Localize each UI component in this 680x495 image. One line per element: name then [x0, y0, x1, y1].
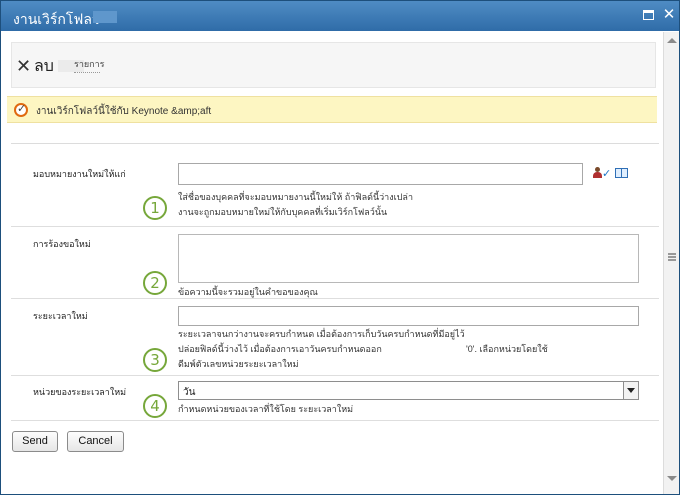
duration-help-2a: ปล่อยฟิลด์นี้ว่างไว้ เมื่อต้องการเอาวันค… [178, 344, 382, 354]
scroll-up-icon[interactable] [667, 38, 677, 43]
title-bar: งานเวิร์กโฟลว์ ✕ [1, 1, 679, 31]
callout-2: 2 [143, 271, 167, 295]
assign-label: มอบหมายงานใหม่ให้แก่ [33, 169, 126, 179]
ribbon: ✕ ลบ รายการ [11, 42, 656, 88]
duration-help-3: ดีมพ์ตัวเลขหน่วยระยะเวลาใหม่ [178, 359, 299, 369]
dialog-window: งานเวิร์กโฟลว์ ✕ ✕ ลบ รายการ งานเวิร์กโฟ… [0, 0, 680, 495]
workflow-check-icon [14, 102, 28, 117]
duration-help-2b: '0'. เลือกหน่วยโดยใช้ [466, 344, 548, 354]
assign-help-2: งานจะถูกมอบหมายใหม่ให้กับบุคคลที่เริ่มเว… [178, 207, 388, 217]
warning-text: งานเวิร์กโฟลว์นี้ใช้กับ Keynote &amp;aft [36, 106, 212, 117]
check-names-icon[interactable] [593, 167, 602, 179]
people-picker-icons: ✓ [593, 167, 629, 181]
duration-label: ระยะเวลาใหม่ [33, 311, 88, 321]
dialog-title: งานเวิร์กโฟลว์ [13, 12, 100, 28]
callout-4: 4 [143, 394, 167, 418]
new-request-textarea[interactable] [178, 234, 639, 283]
cancel-button[interactable]: Cancel [67, 431, 124, 452]
workflow-warning-banner: งานเวิร์กโฟลว์นี้ใช้กับ Keynote &amp;aft [7, 96, 657, 123]
duration-help-1: ระยะเวลาจนกว่างานจะครบกำหนด เมื่อต้องการ… [178, 329, 465, 339]
units-help: กำหนดหน่วยของเวลาที่ใช้โดย ระยะเวลาใหม่ [178, 404, 354, 414]
vertical-scrollbar[interactable] [663, 32, 679, 494]
select-value: วัน [183, 387, 196, 398]
title-redacted [93, 11, 117, 23]
assign-to-input[interactable] [178, 163, 583, 185]
delete-icon: ✕ [16, 55, 32, 76]
address-book-icon[interactable] [615, 168, 628, 178]
form-top-divider [11, 143, 659, 144]
ribbon-group-underline [74, 72, 100, 73]
new-duration-input[interactable] [178, 306, 639, 326]
form-row-units: หน่วยของระยะเวลาใหม่ วัน กำหนดหน่วยของเว… [11, 376, 659, 421]
duration-units-select[interactable]: วัน [178, 381, 639, 400]
check-mark-icon: ✓ [602, 168, 612, 180]
scroll-grip-icon[interactable] [668, 253, 676, 261]
ribbon-group-label: รายการ [74, 59, 105, 69]
row-divider [11, 420, 659, 421]
dialog-content: ✕ ลบ รายการ งานเวิร์กโฟลว์นี้ใช้กับ Keyn… [2, 32, 663, 494]
form-row-request: การร้องขอใหม่ ข้อความนี้จะรวมอยู่ในคำขอข… [11, 227, 659, 299]
delete-label: ลบ [34, 55, 54, 75]
scroll-down-icon[interactable] [667, 476, 677, 481]
send-button[interactable]: Send [12, 431, 58, 452]
form-row-assign: มอบหมายงานใหม่ให้แก่ ✓ ใส่ชื่อของบุคคลที… [11, 152, 659, 227]
units-label: หน่วยของระยะเวลาใหม่ [33, 387, 127, 397]
form-row-duration: ระยะเวลาใหม่ ระยะเวลาจนกว่างานจะครบกำหนด… [11, 299, 659, 376]
callout-3: 3 [143, 348, 167, 372]
assign-help-1: ใส่ชื่อของบุคคลที่จะมอบหมายงานนี้ใหม่ให้… [178, 192, 413, 202]
close-icon[interactable]: ✕ [661, 7, 677, 23]
request-label: การร้องขอใหม่ [33, 239, 91, 249]
request-help: ข้อความนี้จะรวมอยู่ในคำขอของคุณ [178, 287, 318, 297]
chevron-down-icon[interactable] [623, 382, 638, 399]
callout-1: 1 [143, 196, 167, 220]
maximize-icon[interactable] [641, 7, 657, 23]
